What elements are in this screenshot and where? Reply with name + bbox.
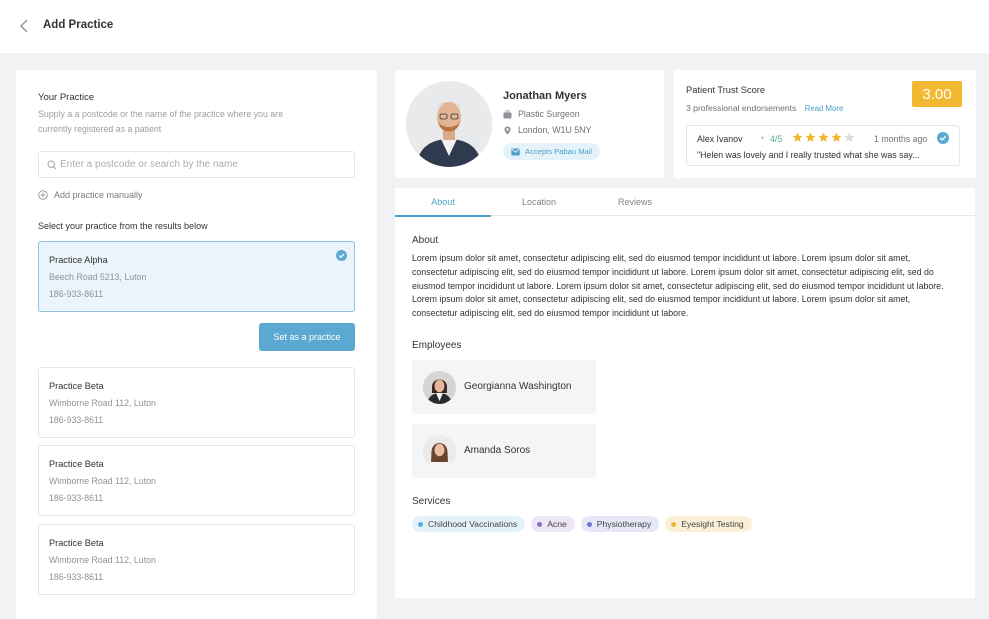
review-stars <box>792 132 857 143</box>
tab-reviews[interactable]: Reviews <box>587 188 683 216</box>
star-filled-icon <box>792 132 803 142</box>
employees-title: Employees <box>412 340 462 351</box>
practice-card[interactable]: Practice Beta Wimborne Road 112, Luton 1… <box>38 367 355 438</box>
practice-phone: 186-933-8611 <box>49 289 104 299</box>
employee-avatar <box>423 435 456 468</box>
employee-card[interactable]: Amanda Soros <box>412 424 596 478</box>
search-box[interactable] <box>38 151 355 178</box>
endorsements-count: 3 professional endorsements <box>686 103 797 113</box>
employee-portrait-icon <box>423 371 456 404</box>
about-title: About <box>412 235 439 246</box>
review-preview[interactable]: Alex Ivanov • 4/5 1 months ago "Helen wa… <box>686 125 960 166</box>
practice-card[interactable]: Practice Beta Wimborne Road 112, Luton 1… <box>38 445 355 516</box>
doctor-name: Jonathan Myers <box>503 90 587 102</box>
practice-address: Wimborne Road 112, Luton <box>49 398 156 408</box>
employee-name: Amanda Soros <box>464 445 531 456</box>
search-input[interactable] <box>60 152 350 177</box>
practice-name: Practice Alpha <box>49 255 108 265</box>
section-title: Your Practice <box>38 92 95 103</box>
doctor-portrait-icon <box>406 81 492 167</box>
review-author: Alex Ivanov <box>697 134 743 144</box>
service-chip[interactable]: Childhood Vaccinations <box>412 516 526 532</box>
section-subtitle: Supply a a postcode or the name of the p… <box>38 109 283 134</box>
tab-about[interactable]: About <box>395 188 491 217</box>
doctor-location-label: London, W1U 5NY <box>518 125 592 135</box>
set-as-practice-button[interactable]: Set as a practice <box>259 323 355 351</box>
trust-title: Patient Trust Score <box>686 85 766 95</box>
top-bar: Add Practice <box>0 0 989 53</box>
doctor-role-label: Plastic Surgeon <box>518 109 580 119</box>
results-label: Select your practice from the results be… <box>38 221 208 231</box>
service-chip[interactable]: Physiotherapy <box>580 516 660 532</box>
services-title: Services <box>412 496 451 507</box>
doctor-location: London, W1U 5NY <box>503 125 591 135</box>
service-chip[interactable]: Acne <box>531 516 575 532</box>
service-dot <box>537 521 543 527</box>
practice-phone: 186-933-8611 <box>49 415 104 425</box>
check-circle-icon <box>336 250 347 261</box>
practice-card-selected[interactable]: Practice Alpha Beech Road 5213, Luton 18… <box>38 241 355 312</box>
add-practice-manually-link[interactable]: Add practice manually <box>38 188 143 202</box>
page-title: Add Practice <box>43 19 114 31</box>
employee-name: Georgianna Washington <box>464 381 572 392</box>
services-list: Childhood Vaccinations Acne Physiotherap… <box>412 516 758 532</box>
practice-address: Beech Road 5213, Luton <box>49 272 147 282</box>
service-label: Physiotherapy <box>596 519 652 529</box>
practice-address: Wimborne Road 112, Luton <box>49 555 156 565</box>
tab-location[interactable]: Location <box>491 188 587 216</box>
practice-card[interactable]: Practice Beta Wimborne Road 112, Luton 1… <box>38 524 355 595</box>
pabau-mail-label: Accepts Pabau Mail <box>525 147 593 156</box>
add-practice-manually-label: Add practice manually <box>54 190 143 200</box>
practice-phone: 186-933-8611 <box>49 493 104 503</box>
briefcase-icon <box>503 109 512 118</box>
service-dot <box>586 521 592 527</box>
practice-search-panel: Your Practice Supply a a postcode or the… <box>16 70 377 619</box>
search-icon <box>47 160 57 170</box>
service-label: Eyesight Testing <box>681 519 744 529</box>
review-time: 1 months ago <box>874 134 928 144</box>
separator-dot: • <box>761 133 765 143</box>
practice-name: Practice Beta <box>49 381 104 391</box>
review-text: "Helen was lovely and I really trusted w… <box>697 150 920 160</box>
mail-icon <box>511 148 520 155</box>
star-filled-icon <box>818 132 829 142</box>
read-more-link[interactable]: Read More <box>805 104 844 113</box>
service-dot <box>418 521 423 527</box>
about-text: Lorem ipsum dolor sit amet, consectetur … <box>412 253 944 319</box>
employee-portrait-icon <box>423 435 456 468</box>
tab-bar: About Location Reviews <box>395 188 975 217</box>
doctor-avatar <box>406 81 492 167</box>
practice-address: Wimborne Road 112, Luton <box>49 476 156 486</box>
service-dot <box>671 521 677 527</box>
pabau-mail-badge: Accepts Pabau Mail <box>503 143 601 160</box>
patient-trust-card: Patient Trust Score 3 professional endor… <box>674 70 976 178</box>
practice-phone: 186-933-8611 <box>49 572 104 582</box>
practice-name: Practice Beta <box>49 538 104 548</box>
employee-avatar <box>423 371 456 404</box>
location-pin-icon <box>504 126 511 135</box>
trust-endorsements: 3 professional endorsements Read More <box>686 103 843 113</box>
doctor-profile-card: Jonathan Myers Plastic Surgeon London, W… <box>395 70 664 178</box>
verified-icon <box>937 132 949 144</box>
star-empty-icon <box>844 132 855 142</box>
practice-name: Practice Beta <box>49 459 104 469</box>
star-filled-icon <box>805 132 816 142</box>
employee-card[interactable]: Georgianna Washington <box>412 360 596 414</box>
doctor-role: Plastic Surgeon <box>503 109 580 119</box>
practice-details-card: About Location Reviews About Lorem ipsum… <box>395 188 975 598</box>
service-chip[interactable]: Eyesight Testing <box>665 516 752 532</box>
star-filled-icon <box>831 132 842 142</box>
chevron-left-icon[interactable] <box>17 18 33 34</box>
plus-circle-icon <box>38 190 48 200</box>
service-label: Childhood Vaccinations <box>428 519 518 529</box>
review-rating: 4/5 <box>770 134 783 144</box>
trust-score-badge: 3.00 <box>912 81 962 107</box>
service-label: Acne <box>547 519 567 529</box>
